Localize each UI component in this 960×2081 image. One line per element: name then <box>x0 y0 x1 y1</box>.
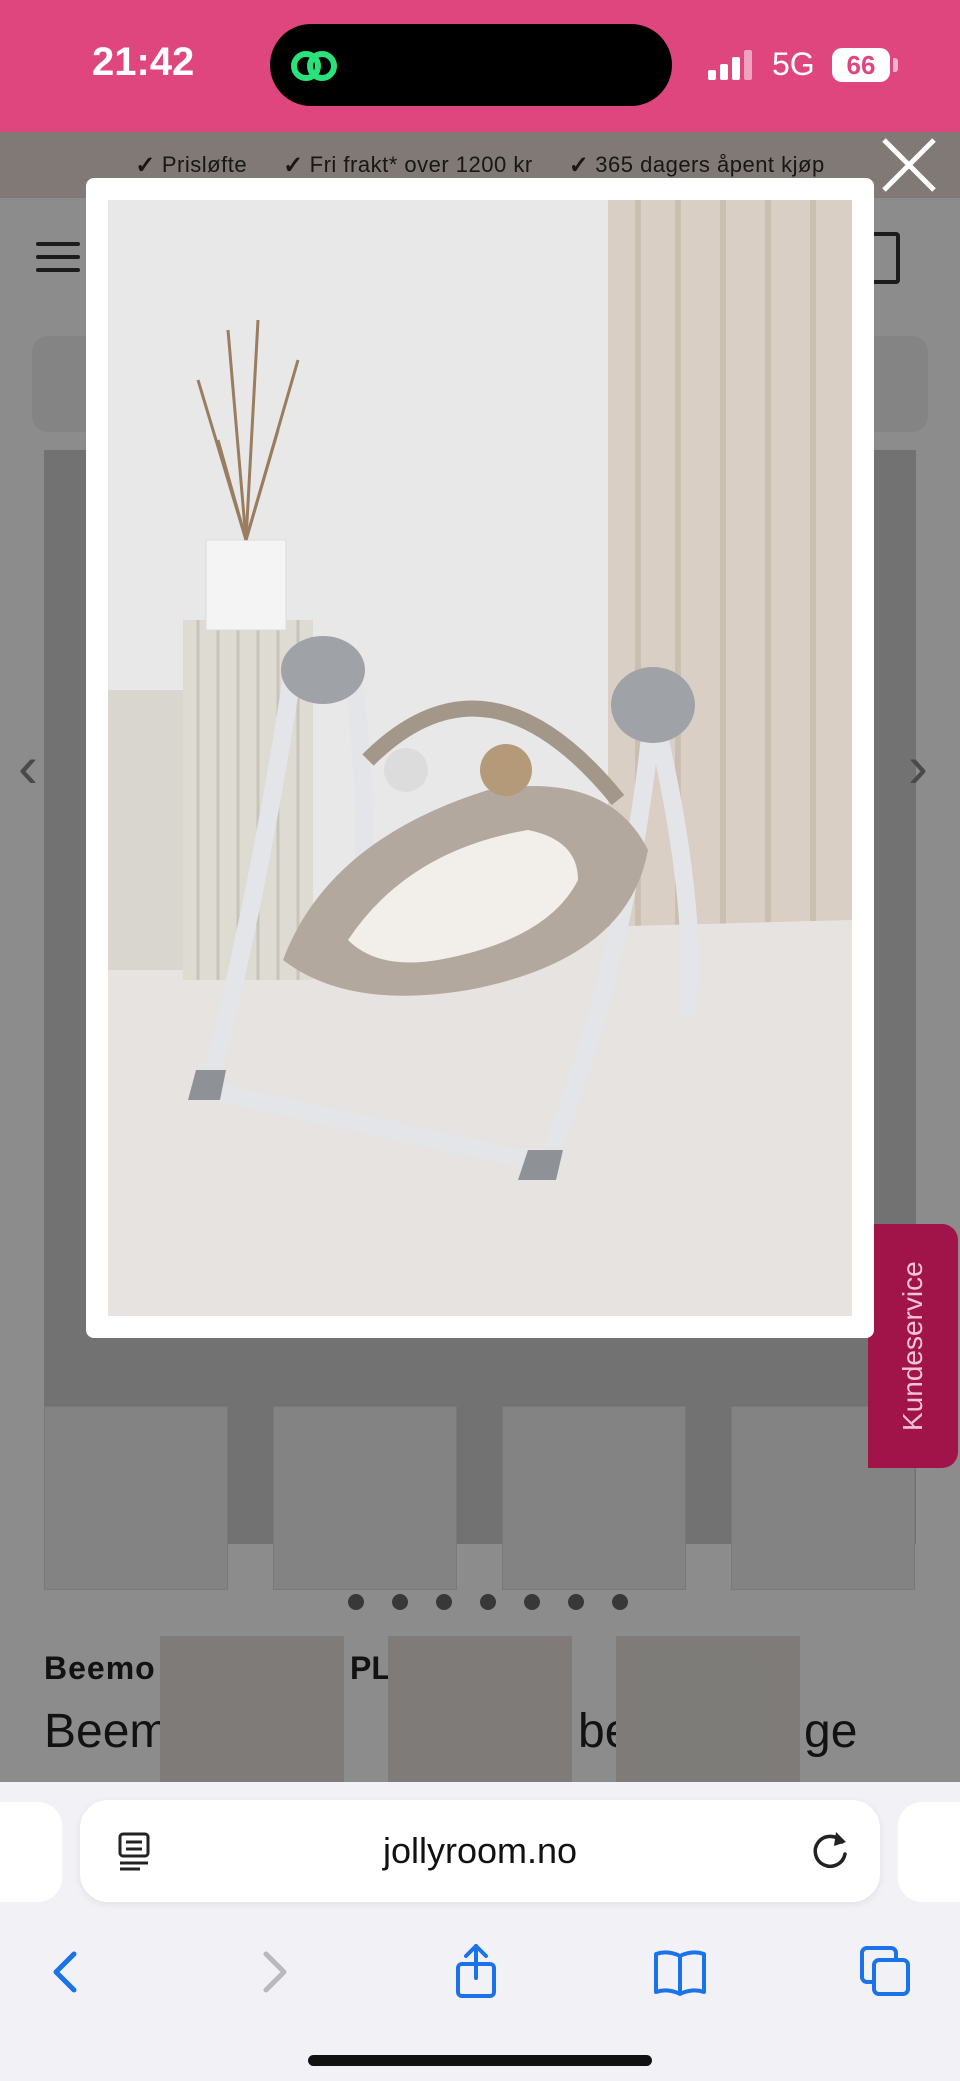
reload-icon[interactable] <box>808 1828 852 1872</box>
bottom-toolbar <box>0 1932 960 2022</box>
cellular-signal-icon <box>708 50 752 80</box>
safari-toolbar: jollyroom.no <box>0 1782 960 2081</box>
battery-tip <box>893 58 898 72</box>
tabs-icon[interactable] <box>856 1942 916 2002</box>
url-text[interactable]: jollyroom.no <box>80 1830 880 1872</box>
customer-service-tab[interactable]: Kundeservice <box>868 1224 958 1468</box>
close-icon[interactable] <box>876 132 942 198</box>
bookmarks-icon[interactable] <box>650 1942 710 2002</box>
battery-indicator: 66 <box>832 48 890 82</box>
home-indicator[interactable] <box>308 2055 652 2066</box>
image-lightbox <box>86 178 874 1338</box>
address-bar[interactable]: jollyroom.no <box>80 1800 880 1902</box>
link-app-icon <box>291 51 337 81</box>
forward-icon[interactable] <box>244 1942 304 2002</box>
next-tab-preview[interactable] <box>898 1802 960 1902</box>
back-icon[interactable] <box>36 1942 96 2002</box>
previous-tab-preview[interactable] <box>0 1802 62 1902</box>
network-type: 5G <box>772 46 815 82</box>
share-icon[interactable] <box>446 1942 506 2002</box>
baby-swing-illustration <box>108 200 852 1316</box>
status-bar: 21:42 5G 66 <box>0 0 960 132</box>
clock: 21:42 <box>92 40 195 84</box>
product-photo <box>108 200 852 1316</box>
